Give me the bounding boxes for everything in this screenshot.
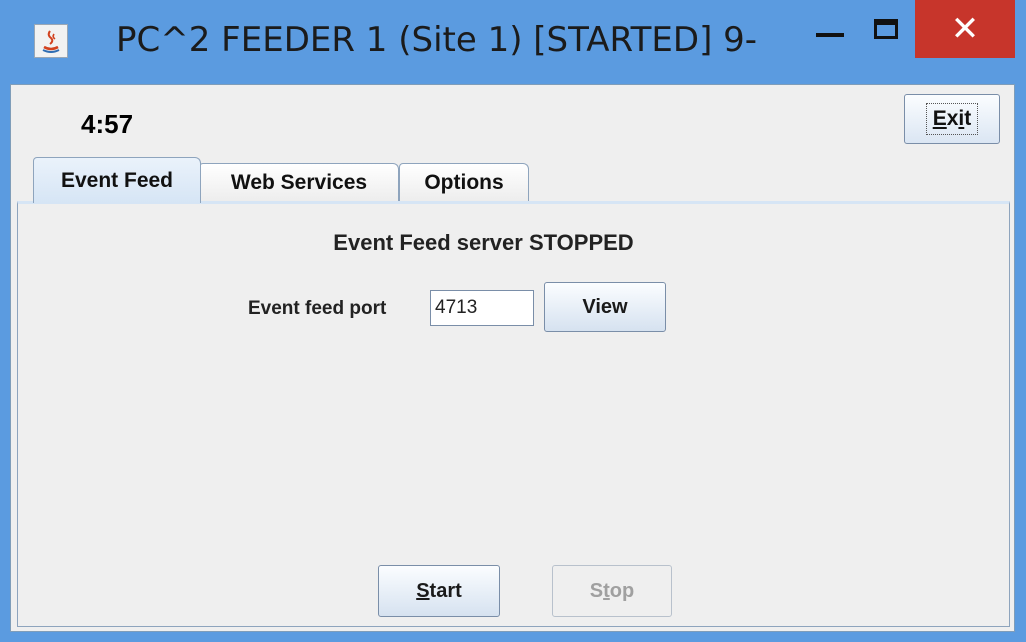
app-window: PC^2 FEEDER 1 (Site 1) [STARTED] 9- ✕ 4:… bbox=[0, 0, 1026, 642]
close-button[interactable]: ✕ bbox=[915, 0, 1015, 58]
start-button[interactable]: Start bbox=[378, 565, 500, 617]
window-title: PC^2 FEEDER 1 (Site 1) [STARTED] 9- bbox=[116, 20, 758, 60]
java-icon[interactable] bbox=[34, 24, 68, 58]
event-feed-panel: Event Feed server STOPPED Event feed por… bbox=[17, 201, 1010, 627]
tab-strip: Event Feed Web Services Options bbox=[33, 157, 1003, 203]
clock-label: 4:57 bbox=[81, 109, 134, 139]
tab-options[interactable]: Options bbox=[399, 163, 529, 201]
tab-event-feed[interactable]: Event Feed bbox=[33, 157, 201, 203]
port-input[interactable] bbox=[430, 290, 534, 326]
exit-button[interactable]: Exit bbox=[904, 94, 1000, 144]
maximize-icon bbox=[874, 19, 898, 39]
title-bar[interactable]: PC^2 FEEDER 1 (Site 1) [STARTED] 9- ✕ bbox=[0, 0, 1026, 84]
start-button-label: Start bbox=[416, 579, 462, 602]
tab-web-services[interactable]: Web Services bbox=[199, 163, 399, 201]
view-button[interactable]: View bbox=[544, 282, 666, 332]
exit-label-rest: x bbox=[946, 107, 959, 130]
exit-button-label: Exit bbox=[925, 103, 979, 135]
stop-button: Stop bbox=[552, 565, 672, 617]
close-icon: ✕ bbox=[950, 10, 980, 48]
port-label: Event feed port bbox=[248, 298, 387, 319]
minimize-icon bbox=[816, 33, 844, 37]
maximize-button[interactable] bbox=[856, 0, 916, 58]
server-status-label: Event Feed server STOPPED bbox=[333, 230, 634, 255]
stop-button-label: Stop bbox=[589, 579, 635, 602]
client-area: 4:57 Exit Event Feed Web Services Option… bbox=[10, 84, 1015, 632]
minimize-button[interactable] bbox=[800, 0, 860, 58]
